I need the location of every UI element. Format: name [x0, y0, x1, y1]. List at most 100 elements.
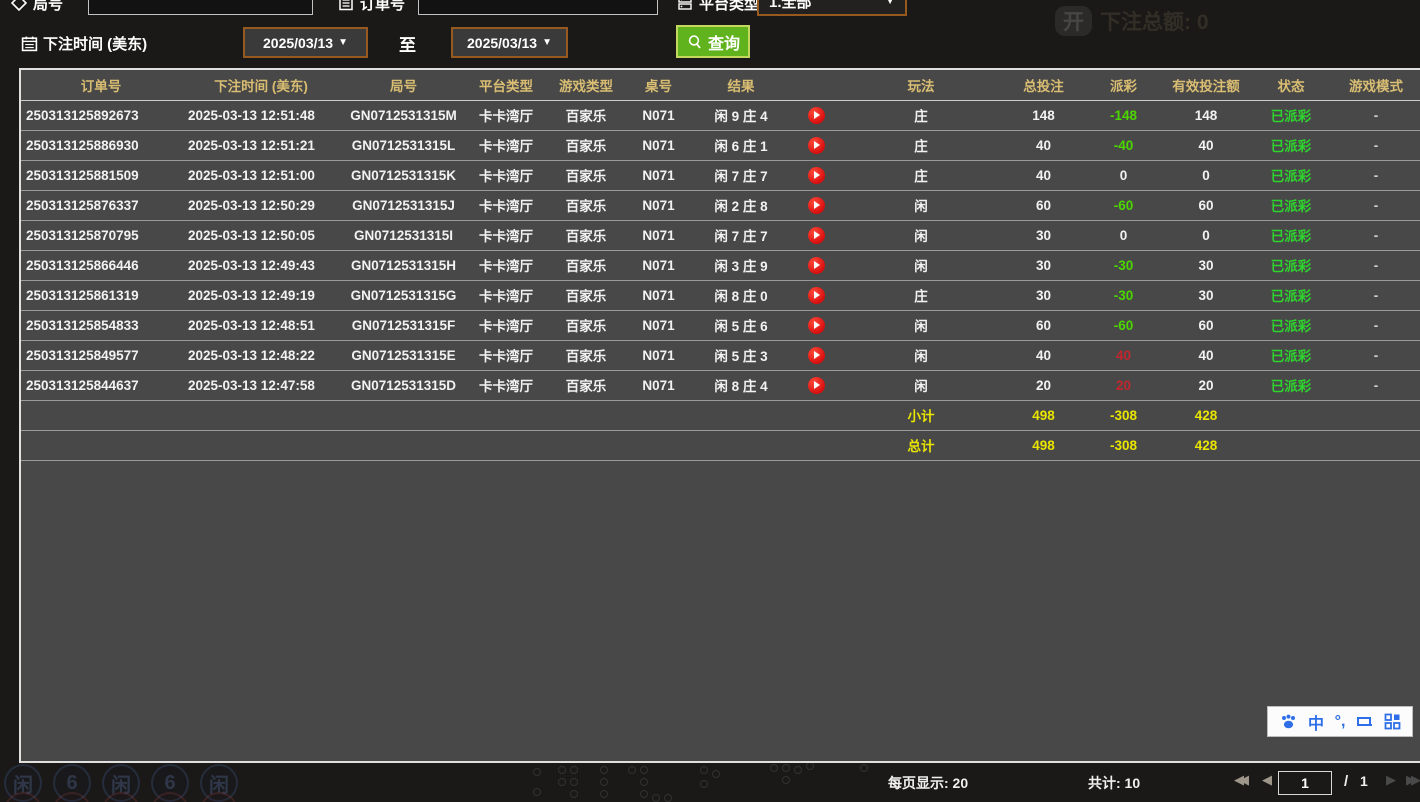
cell-order_id: 250313125870795	[21, 220, 181, 250]
cell-order_id: 250313125876337	[21, 190, 181, 220]
cell-platform: 卡卡湾厅	[466, 280, 546, 310]
cell-time: 2025-03-13 12:51:48	[181, 100, 341, 130]
cell-valid_bet: 30	[1161, 280, 1251, 310]
replay-cell	[791, 250, 841, 280]
cell-total_bet: 30	[1001, 250, 1086, 280]
cell-result: 闲 5 庄 6	[691, 310, 791, 340]
cell-status: 已派彩	[1251, 130, 1331, 160]
ime-tools-grid-icon[interactable]	[1384, 713, 1401, 730]
column-header: 总投注	[1001, 70, 1086, 100]
cell-time: 2025-03-13 12:49:19	[181, 280, 341, 310]
total-spacer	[1251, 430, 1420, 460]
cell-total_bet: 30	[1001, 220, 1086, 250]
cell-table_no: N071	[626, 190, 691, 220]
cell-play: 庄	[841, 160, 1001, 190]
replay-video-icon[interactable]	[808, 257, 825, 274]
ime-toolbar[interactable]: 中 °,	[1267, 706, 1413, 737]
replay-cell	[791, 220, 841, 250]
play-triangle	[814, 171, 820, 179]
total-spacer	[21, 400, 841, 430]
cell-time: 2025-03-13 12:48:51	[181, 310, 341, 340]
cell-payout: -60	[1086, 310, 1161, 340]
cell-order_id: 250313125866446	[21, 250, 181, 280]
play-triangle	[814, 141, 820, 149]
pagination-bar: 每页显示: 20 共计: 10 ◀◀ ◀ / 1 ▶ ▶▶	[0, 763, 1420, 802]
first-page-button[interactable]: ◀◀	[1234, 772, 1244, 788]
background-faint-marker: 开	[1055, 6, 1092, 36]
cell-game: 百家乐	[546, 370, 626, 400]
cell-payout: -30	[1086, 250, 1161, 280]
order-number-input[interactable]	[418, 0, 658, 15]
cell-play: 闲	[841, 220, 1001, 250]
next-page-button[interactable]: ▶	[1386, 772, 1396, 788]
play-triangle	[814, 321, 820, 329]
bet-history-panel: 订单号下注时间 (美东)局号平台类型游戏类型桌号结果玩法总投注派彩有效投注额状态…	[19, 68, 1420, 763]
replay-video-icon[interactable]	[808, 137, 825, 154]
cell-mode: -	[1331, 160, 1420, 190]
date-to-picker[interactable]: 2025/03/13 ▼	[451, 27, 568, 58]
replay-video-icon[interactable]	[808, 347, 825, 364]
date-from-picker[interactable]: 2025/03/13 ▼	[243, 27, 368, 58]
cell-play: 闲	[841, 190, 1001, 220]
page-separator: /	[1344, 773, 1348, 790]
table-row: 2503131258763372025-03-13 12:50:29GN0712…	[21, 190, 1420, 220]
cell-total_bet: 30	[1001, 280, 1086, 310]
table-row: 2503131258707952025-03-13 12:50:05GN0712…	[21, 220, 1420, 250]
page-number-input[interactable]	[1278, 771, 1332, 795]
replay-video-icon[interactable]	[808, 107, 825, 124]
column-header: 下注时间 (美东)	[181, 70, 341, 100]
cell-table_no: N071	[626, 250, 691, 280]
cell-mode: -	[1331, 310, 1420, 340]
last-page-button[interactable]: ▶▶	[1406, 772, 1416, 788]
cell-play: 庄	[841, 100, 1001, 130]
background-faint-total-text: 下注总额: 0	[1100, 6, 1209, 36]
round-number-label: 局号	[33, 0, 63, 14]
cell-result: 闲 6 庄 1	[691, 130, 791, 160]
previous-page-button[interactable]: ◀	[1262, 772, 1272, 788]
cell-total_bet: 40	[1001, 340, 1086, 370]
search-icon	[686, 33, 704, 51]
chevron-down-icon: ▼	[542, 37, 552, 48]
subtotal-row: 小计498-308428	[21, 400, 1420, 430]
ime-keyboard-icon[interactable]	[1356, 714, 1374, 730]
replay-video-icon[interactable]	[808, 287, 825, 304]
total-pages: 1	[1360, 773, 1368, 789]
cell-order_id: 250313125886930	[21, 130, 181, 160]
cell-time: 2025-03-13 12:48:22	[181, 340, 341, 370]
round-number-input[interactable]	[88, 0, 313, 15]
cell-platform: 卡卡湾厅	[466, 370, 546, 400]
ime-punctuation-toggle[interactable]: °,	[1335, 713, 1346, 731]
cell-time: 2025-03-13 12:50:29	[181, 190, 341, 220]
ime-paw-icon[interactable]	[1279, 713, 1298, 731]
cell-order_id: 250313125849577	[21, 340, 181, 370]
replay-video-icon[interactable]	[808, 197, 825, 214]
platform-type-select[interactable]: 1.全部 ▼	[757, 0, 907, 16]
cell-payout: -60	[1086, 190, 1161, 220]
column-header: 游戏模式	[1331, 70, 1420, 100]
cell-platform: 卡卡湾厅	[466, 130, 546, 160]
replay-video-icon[interactable]	[808, 227, 825, 244]
replay-cell	[791, 340, 841, 370]
cell-round_id: GN0712531315G	[341, 280, 466, 310]
cell-valid_bet: 0	[1161, 220, 1251, 250]
valid-bet-sum: 428	[1161, 400, 1251, 430]
cell-play: 闲	[841, 250, 1001, 280]
cell-total_bet: 40	[1001, 160, 1086, 190]
replay-video-icon[interactable]	[808, 167, 825, 184]
total-label: 小计	[841, 400, 1001, 430]
cell-platform: 卡卡湾厅	[466, 340, 546, 370]
diamond-icon	[10, 0, 28, 12]
cell-result: 闲 7 庄 7	[691, 160, 791, 190]
cell-total_bet: 148	[1001, 100, 1086, 130]
replay-video-icon[interactable]	[808, 377, 825, 394]
background-faint-total: 开 下注总额: 0	[1055, 6, 1209, 36]
replay-cell	[791, 160, 841, 190]
calendar-icon	[20, 34, 38, 52]
table-row: 2503131258926732025-03-13 12:51:48GN0712…	[21, 100, 1420, 130]
ime-mode-toggle[interactable]: 中	[1308, 710, 1324, 734]
play-triangle	[814, 111, 820, 119]
replay-video-icon[interactable]	[808, 317, 825, 334]
search-button[interactable]: 查询	[676, 25, 750, 58]
cell-payout: 40	[1086, 340, 1161, 370]
cell-payout: -30	[1086, 280, 1161, 310]
